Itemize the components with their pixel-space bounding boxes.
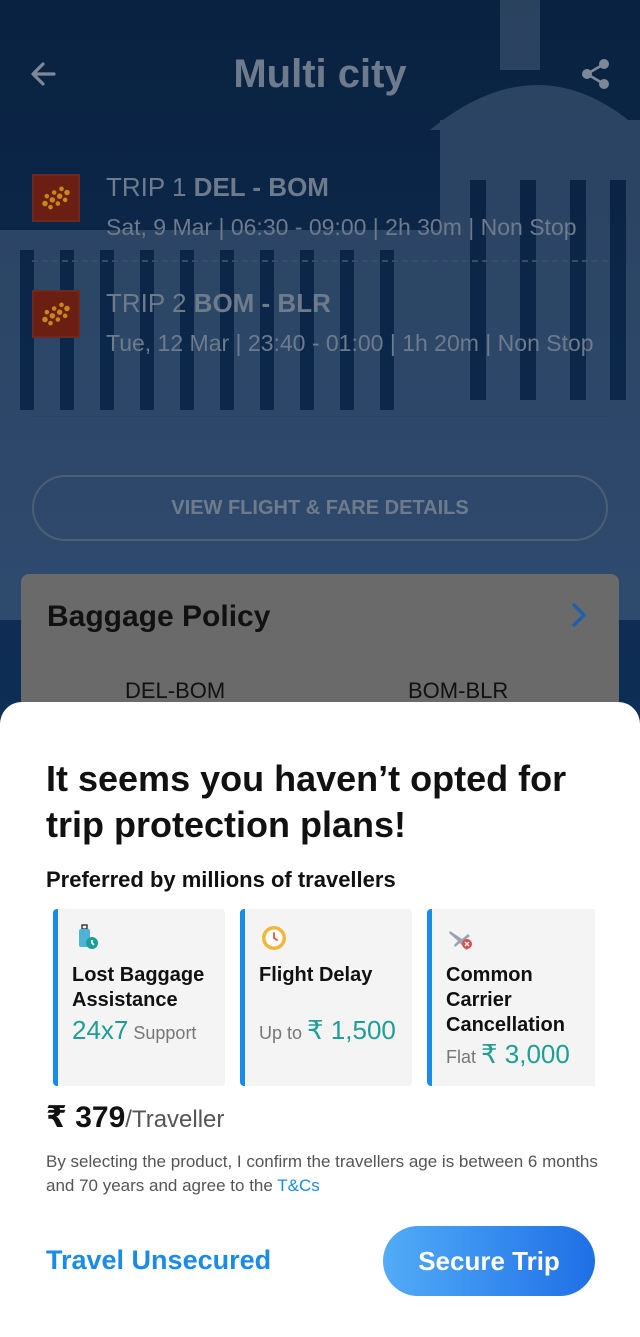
- secure-trip-button[interactable]: Secure Trip: [383, 1226, 595, 1296]
- trip-title: TRIP 1 DEL - BOM: [106, 172, 329, 203]
- baggage-route-label: BOM-BLR: [408, 678, 509, 703]
- plan-value-prefix: Flat: [446, 1047, 482, 1067]
- trip-protection-bottom-sheet: It seems you haven’t opted for trip prot…: [0, 702, 640, 1337]
- plan-card-lost-baggage[interactable]: Lost Baggage Assistance 24x7 Support: [53, 909, 225, 1086]
- airline-logo-icon: [32, 174, 80, 222]
- page-title: Multi city: [233, 52, 407, 96]
- sheet-subheading: Preferred by millions of travellers: [46, 867, 396, 892]
- view-flight-fare-details-button[interactable]: VIEW FLIGHT & FARE DETAILS: [32, 475, 608, 541]
- price-amount: ₹ 379: [46, 1101, 126, 1134]
- plan-name: Common Carrier Cancellation: [446, 964, 565, 1036]
- plane-cancel-icon: [449, 931, 472, 950]
- trip-route: BOM - BLR: [193, 288, 331, 318]
- trip-details: Sat, 9 Mar | 06:30 - 09:00 | 2h 30m | No…: [106, 214, 577, 240]
- plan-value-highlight: 24x7: [72, 1015, 129, 1045]
- plan-card-flight-delay[interactable]: Flight Delay Up to ₹ 1,500: [240, 909, 412, 1086]
- plan-value-suffix: Support: [128, 1023, 197, 1043]
- plan-value: Up to ₹ 1,500: [259, 1015, 396, 1046]
- plan-value: 24x7 Support: [72, 1015, 196, 1046]
- disclaimer-text: By selecting the product, I confirm the …: [46, 1152, 598, 1195]
- plan-value-highlight: ₹ 1,500: [307, 1015, 396, 1045]
- plan-name: Flight Delay: [259, 964, 373, 986]
- protection-plans-carousel[interactable]: Lost Baggage Assistance 24x7 Support Fli…: [53, 909, 595, 1086]
- price-unit: /Traveller: [125, 1106, 225, 1133]
- trip-item-1: TRIP 1 DEL - BOM Sat, 9 Mar | 06:30 - 09…: [32, 170, 608, 260]
- trip-label: TRIP 2: [106, 288, 187, 318]
- trip-label: TRIP 1: [106, 172, 187, 202]
- trip-divider: [32, 260, 608, 262]
- plan-value: Flat ₹ 3,000: [446, 1039, 570, 1070]
- chevron-right-icon[interactable]: [567, 600, 591, 630]
- plan-name: Lost Baggage Assistance: [72, 964, 205, 1011]
- plan-card-carrier-cancellation[interactable]: Common Carrier Cancellation Flat ₹ 3,000: [427, 909, 595, 1086]
- app-header: Multi city: [0, 40, 640, 110]
- plan-value-highlight: ₹ 3,000: [481, 1039, 570, 1069]
- price-per-traveller: ₹ 379/Traveller: [46, 1100, 224, 1135]
- age-disclaimer: By selecting the product, I confirm the …: [46, 1150, 606, 1198]
- luggage-icon: [79, 924, 98, 949]
- clock-icon: [262, 926, 286, 950]
- airline-logo-icon: [32, 290, 80, 338]
- trip-divider: [32, 416, 608, 417]
- trip-details: Tue, 12 Mar | 23:40 - 01:00 | 1h 20m | N…: [106, 330, 594, 356]
- baggage-policy-title: Baggage Policy: [47, 600, 271, 633]
- share-icon[interactable]: [578, 56, 614, 92]
- terms-link[interactable]: T&Cs: [277, 1176, 320, 1195]
- travel-unsecured-button[interactable]: Travel Unsecured: [46, 1245, 271, 1276]
- baggage-route-label: DEL-BOM: [125, 678, 226, 703]
- trip-title: TRIP 2 BOM - BLR: [106, 288, 331, 319]
- trip-item-2: TRIP 2 BOM - BLR Tue, 12 Mar | 23:40 - 0…: [32, 286, 608, 416]
- sheet-heading: It seems you haven’t opted for trip prot…: [46, 758, 567, 845]
- plan-value-prefix: Up to: [259, 1023, 308, 1043]
- trip-route: DEL - BOM: [193, 172, 329, 202]
